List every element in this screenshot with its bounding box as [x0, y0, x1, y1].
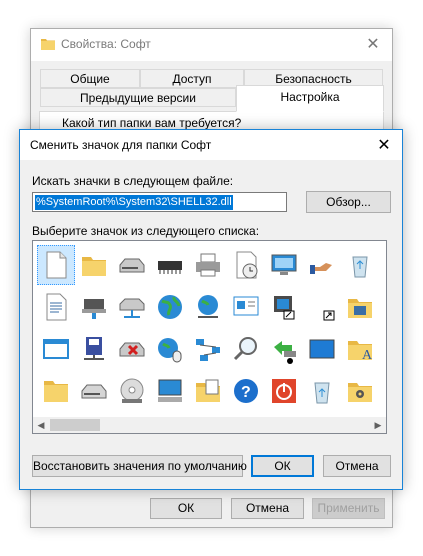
arrow-shortcut-drive-icon[interactable]	[265, 329, 303, 369]
clock-document-icon[interactable]	[227, 245, 265, 285]
monitor-computer-icon[interactable]	[151, 371, 189, 411]
cd-drive-shortcut-icon[interactable]	[265, 287, 303, 327]
display-icon[interactable]	[265, 245, 303, 285]
font-folder-icon[interactable]: A	[341, 329, 379, 369]
dialog-title-bar: Сменить значок для папки Софт ✕	[20, 130, 402, 160]
properties-title-bar: Свойства: Софт ✕	[31, 29, 392, 61]
window-icon[interactable]	[37, 329, 75, 369]
help-icon[interactable]: ?	[227, 371, 265, 411]
browse-button[interactable]: Обзор...	[306, 191, 391, 213]
folder-yellow-icon[interactable]	[37, 371, 75, 411]
dialog-close-button[interactable]: ✕	[372, 134, 396, 158]
recycle-full-icon[interactable]	[303, 371, 341, 411]
tab-customize[interactable]: Настройка	[236, 85, 384, 112]
calculator-folder-icon[interactable]	[189, 371, 227, 411]
folder-type-question: Какой тип папки вам требуется?	[62, 116, 242, 130]
drive-error-icon[interactable]	[113, 329, 151, 369]
cd-disc-icon[interactable]	[113, 371, 151, 411]
properties-ok-button[interactable]: ОК	[150, 498, 222, 519]
dialog-title: Сменить значок для папки Софт	[30, 138, 212, 152]
cancel-button[interactable]: Отмена	[323, 455, 391, 477]
file-label: Искать значки в следующем файле:	[32, 174, 234, 188]
power-icon[interactable]	[265, 371, 303, 411]
text-document-icon[interactable]	[37, 287, 75, 327]
scroll-right-arrow-icon[interactable]: ▶	[370, 417, 386, 433]
folder-doc-icon[interactable]	[379, 245, 386, 285]
network-map-icon[interactable]	[189, 329, 227, 369]
globe-icon[interactable]	[151, 287, 189, 327]
icon-file-path-text: %SystemRoot%\System32\SHELL32.dll	[35, 195, 233, 210]
icon-list[interactable]: A? ◀ ▶	[32, 240, 387, 434]
desktop-icon[interactable]	[303, 329, 341, 369]
drive-icon[interactable]	[113, 245, 151, 285]
checklist-icon[interactable]	[379, 371, 386, 411]
memory-chip-icon[interactable]	[151, 245, 189, 285]
floppy-network-icon[interactable]	[75, 329, 113, 369]
svg-text:A: A	[362, 348, 373, 363]
globe-mouse-icon[interactable]	[151, 329, 189, 369]
folder-icon[interactable]	[75, 245, 113, 285]
ok-button[interactable]: ОК	[251, 455, 314, 477]
tab-general[interactable]: Общие	[40, 69, 140, 88]
properties-close-button[interactable]: ✕	[361, 33, 385, 57]
folder-gear-icon[interactable]	[341, 371, 379, 411]
recycle-bin-icon[interactable]	[341, 245, 379, 285]
svg-text:?: ?	[241, 384, 251, 401]
properties-title: Свойства: Софт	[61, 37, 151, 51]
network-globe-icon[interactable]	[189, 287, 227, 327]
control-panel-icon[interactable]	[227, 287, 265, 327]
printer-folder-icon[interactable]	[379, 287, 386, 327]
horizontal-scrollbar[interactable]: ◀ ▶	[33, 417, 386, 433]
search-icon[interactable]	[227, 329, 265, 369]
scrollbar-thumb[interactable]	[50, 419, 100, 431]
network-computer-icon[interactable]	[75, 287, 113, 327]
icon-grid: A?	[35, 243, 385, 417]
properties-cancel-button[interactable]: Отмена	[231, 498, 304, 519]
icon-list-label: Выберите значок из следующего списка:	[32, 224, 260, 238]
change-icon-dialog: Сменить значок для папки Софт ✕ Искать з…	[19, 129, 403, 490]
tab-previous-versions[interactable]: Предыдущие версии	[40, 88, 236, 107]
icon-file-input[interactable]: %SystemRoot%\System32\SHELL32.dll	[32, 192, 287, 212]
restore-defaults-button[interactable]: Восстановить значения по умолчанию	[32, 455, 247, 477]
properties-apply-button[interactable]: Применить	[312, 498, 385, 519]
scroll-left-arrow-icon[interactable]: ◀	[33, 417, 49, 433]
blank-document-icon[interactable]	[37, 245, 75, 285]
folder-programs-icon[interactable]	[341, 287, 379, 327]
folder-icon	[41, 39, 55, 50]
shortcut-arrow-icon[interactable]	[303, 287, 341, 327]
printer-icon[interactable]	[189, 245, 227, 285]
network-drive-icon[interactable]	[113, 287, 151, 327]
tab-sharing[interactable]: Доступ	[140, 69, 244, 88]
drive-gray-icon[interactable]	[75, 371, 113, 411]
hand-share-icon[interactable]	[303, 245, 341, 285]
